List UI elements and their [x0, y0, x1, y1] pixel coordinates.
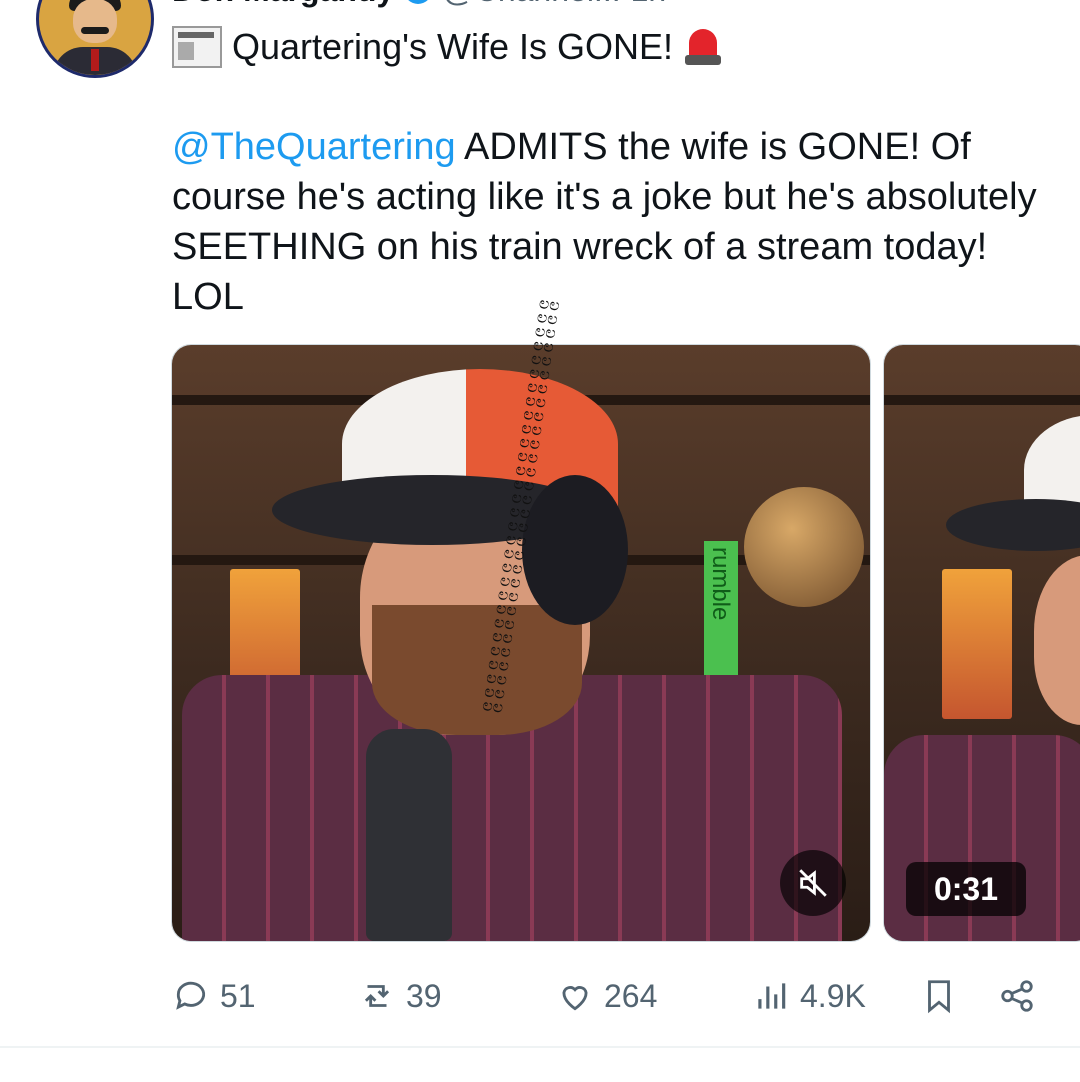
man-head-secondary [1034, 555, 1080, 725]
newspaper-icon [172, 26, 222, 68]
siren-base [684, 55, 721, 65]
views-button[interactable]: 4.9K [752, 968, 866, 1024]
share-button[interactable] [998, 968, 1036, 1024]
siren-dome [688, 29, 717, 57]
like-button[interactable]: 264 [556, 968, 657, 1024]
bookmark-button[interactable] [920, 968, 958, 1024]
share-icon [1001, 980, 1033, 1012]
beard [372, 605, 582, 735]
heart-icon [562, 986, 588, 1011]
bookmark-icon [928, 980, 950, 1014]
avatar[interactable] [36, 0, 154, 78]
shelf-top-secondary [884, 395, 1080, 405]
video-frame-secondary [884, 345, 1080, 941]
analytics-icon [758, 983, 786, 1009]
muted-speaker-icon [799, 869, 827, 897]
police-siren-icon [683, 27, 723, 67]
headline-text: Quartering's Wife Is GONE! [232, 26, 673, 67]
retweet-button[interactable]: 39 [358, 968, 442, 1024]
post-time[interactable]: 1h [631, 0, 667, 9]
mute-button[interactable] [780, 850, 846, 916]
game-box-secondary [942, 569, 1012, 719]
globe-decor [744, 487, 864, 607]
avatar-face [73, 0, 117, 43]
verified-badge-icon [404, 0, 433, 4]
avatar-mustache [81, 27, 109, 34]
author-handle[interactable]: @Channel... [442, 0, 620, 9]
retweet-count: 39 [406, 977, 442, 1014]
reply-icon [176, 981, 206, 1010]
post-actions: 51 39 264 4.9K [0, 968, 1080, 1024]
cap-brim-secondary [946, 499, 1080, 551]
views-count: 4.9K [800, 977, 866, 1014]
post-headline: Quartering's Wife Is GONE! [172, 22, 723, 72]
post-body: @TheQuartering ADMITS the wife is GONE! … [172, 122, 1042, 322]
reply-count: 51 [220, 977, 256, 1014]
retweet-icon [364, 985, 390, 1007]
mention-link[interactable]: @TheQuartering [172, 126, 456, 168]
microphone [366, 729, 452, 941]
video-player-secondary[interactable] [883, 344, 1080, 942]
feed-divider [0, 1046, 1080, 1048]
rumble-sign-text: rumble [707, 547, 734, 621]
avatar-tie [91, 49, 99, 71]
rumble-sign: rumble [704, 541, 738, 681]
reply-button[interactable]: 51 [172, 968, 256, 1024]
post-header: Don Margandy @Channel... 1h [172, 0, 666, 10]
headphones [522, 475, 628, 625]
like-count: 264 [604, 977, 658, 1014]
author-name[interactable]: Don Margandy [172, 0, 394, 9]
video-duration: 0:31 [906, 862, 1026, 916]
